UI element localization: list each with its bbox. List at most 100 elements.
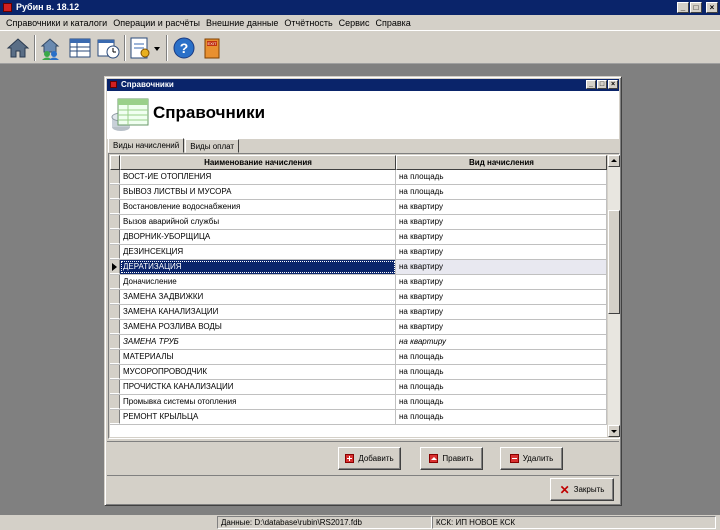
cell-charge-name[interactable]: ДЕЗИНСЕКЦИЯ (120, 245, 396, 259)
delete-button[interactable]: Удалить (500, 447, 563, 470)
cell-charge-kind[interactable]: на площадь (396, 170, 607, 184)
cell-charge-name[interactable]: ДВОРНИК-УБОРЩИЦА (120, 230, 396, 244)
row-indicator[interactable] (110, 350, 120, 364)
help-button[interactable]: ? (170, 34, 198, 62)
cell-charge-kind[interactable]: на квартиру (396, 275, 607, 289)
row-indicator[interactable] (110, 215, 120, 229)
table-row[interactable]: ДВОРНИК-УБОРЩИЦА на квартиру (110, 230, 607, 245)
table-row[interactable]: ЗАМЕНА ТРУБ на квартиру (110, 335, 607, 350)
row-indicator[interactable] (110, 185, 120, 199)
cell-charge-kind[interactable]: на площадь (396, 395, 607, 409)
cell-charge-kind[interactable]: на квартиру (396, 305, 607, 319)
cell-charge-name[interactable]: Вызов аварийной службы (120, 215, 396, 229)
menu-help[interactable]: Справка (373, 18, 414, 28)
row-indicator[interactable] (110, 365, 120, 379)
menu-catalogs[interactable]: Справочники и каталоги (4, 18, 111, 28)
row-indicator[interactable] (110, 320, 120, 334)
cell-charge-name[interactable]: РЕМОНТ КРЫЛЬЦА (120, 410, 396, 424)
table-row[interactable]: ЗАМЕНА РОЗЛИВА ВОДЫ на квартиру (110, 320, 607, 335)
cell-charge-kind[interactable]: на площадь (396, 410, 607, 424)
scroll-down-button[interactable] (608, 425, 620, 437)
table-row[interactable]: ВОСТ-ИЕ ОТОПЛЕНИЯ на площадь (110, 170, 607, 185)
cell-charge-name[interactable]: Промывка системы отопления (120, 395, 396, 409)
minimize-button[interactable]: _ (677, 2, 689, 13)
scroll-up-button[interactable] (608, 155, 620, 167)
cell-charge-kind[interactable]: на квартиру (396, 320, 607, 334)
cell-charge-name[interactable]: МАТЕРИАЛЫ (120, 350, 396, 364)
table-row[interactable]: ПРОЧИСТКА КАНАЛИЗАЦИИ на площадь (110, 380, 607, 395)
table-row[interactable]: ДЕРАТИЗАЦИЯ на квартиру (110, 260, 607, 275)
report-dropdown-button[interactable] (128, 34, 162, 62)
table-row[interactable]: МУСОРОПРОВОДЧИК на площадь (110, 365, 607, 380)
row-indicator[interactable] (110, 305, 120, 319)
menu-reports[interactable]: Отчётность (282, 18, 336, 28)
edit-button[interactable]: Править (420, 447, 483, 470)
cell-charge-kind[interactable]: на квартиру (396, 215, 607, 229)
child-minimize-button[interactable]: _ (586, 80, 596, 89)
tab-payment-types[interactable]: Виды оплат (185, 139, 240, 153)
residents-button[interactable] (38, 34, 66, 62)
cell-charge-kind[interactable]: на площадь (396, 185, 607, 199)
row-indicator[interactable] (110, 395, 120, 409)
table-row[interactable]: ВЫВОЗ ЛИСТВЫ И МУСОРА на площадь (110, 185, 607, 200)
cell-charge-kind[interactable]: на площадь (396, 365, 607, 379)
grid-vertical-scrollbar[interactable] (608, 155, 620, 437)
table-row[interactable]: Вызов аварийной службы на квартиру (110, 215, 607, 230)
cell-charge-kind[interactable]: на квартиру (396, 260, 607, 274)
table-row[interactable]: Промывка системы отопления на площадь (110, 395, 607, 410)
menu-service[interactable]: Сервис (337, 18, 374, 28)
table-row[interactable]: ДЕЗИНСЕКЦИЯ на квартиру (110, 245, 607, 260)
charges-grid[interactable]: Наименование начисления Вид начисления В… (110, 155, 607, 437)
tab-charge-types[interactable]: Виды начислений (108, 138, 185, 153)
column-header-name[interactable]: Наименование начисления (120, 155, 396, 170)
close-window-button[interactable]: × (706, 2, 718, 13)
cell-charge-kind[interactable]: на площадь (396, 380, 607, 394)
column-header-kind[interactable]: Вид начисления (396, 155, 607, 170)
cell-charge-name[interactable]: ВЫВОЗ ЛИСТВЫ И МУСОРА (120, 185, 396, 199)
row-indicator[interactable] (110, 380, 120, 394)
cell-charge-name[interactable]: ЗАМЕНА РОЗЛИВА ВОДЫ (120, 320, 396, 334)
child-maximize-button[interactable]: □ (597, 80, 607, 89)
row-indicator[interactable] (110, 200, 120, 214)
row-indicator[interactable] (110, 230, 120, 244)
home-button[interactable] (4, 34, 32, 62)
cell-charge-name[interactable]: Доначисление (120, 275, 396, 289)
row-indicator[interactable] (110, 275, 120, 289)
cell-charge-kind[interactable]: на квартиру (396, 290, 607, 304)
cell-charge-kind[interactable]: на квартиру (396, 230, 607, 244)
close-button[interactable]: ✕ Закрыть (550, 478, 614, 501)
cell-charge-name[interactable]: ПРОЧИСТКА КАНАЛИЗАЦИИ (120, 380, 396, 394)
row-indicator[interactable] (110, 170, 120, 184)
cell-charge-kind[interactable]: на квартиру (396, 245, 607, 259)
table-button[interactable] (66, 34, 94, 62)
menu-operations[interactable]: Операции и расчёты (111, 18, 204, 28)
table-row[interactable]: Доначисление на квартиру (110, 275, 607, 290)
cell-charge-name[interactable]: ВОСТ-ИЕ ОТОПЛЕНИЯ (120, 170, 396, 184)
schedule-button[interactable] (94, 34, 122, 62)
row-indicator[interactable] (110, 335, 120, 349)
child-close-button[interactable]: × (608, 80, 618, 89)
cell-charge-kind[interactable]: на квартиру (396, 335, 607, 349)
cell-charge-name[interactable]: ЗАМЕНА ЗАДВИЖКИ (120, 290, 396, 304)
table-row[interactable]: ЗАМЕНА КАНАЛИЗАЦИИ на квартиру (110, 305, 607, 320)
row-indicator[interactable] (110, 290, 120, 304)
table-row[interactable]: РЕМОНТ КРЫЛЬЦА на площадь (110, 410, 607, 425)
row-indicator[interactable] (110, 260, 120, 274)
cell-charge-name[interactable]: ДЕРАТИЗАЦИЯ (120, 260, 396, 274)
cell-charge-kind[interactable]: на площадь (396, 350, 607, 364)
maximize-button[interactable]: □ (690, 2, 702, 13)
cell-charge-name[interactable]: ЗАМЕНА ТРУБ (120, 335, 396, 349)
cell-charge-name[interactable]: ЗАМЕНА КАНАЛИЗАЦИИ (120, 305, 396, 319)
add-button[interactable]: Добавить (338, 447, 401, 470)
table-row[interactable]: Востановление водоснабжения на квартиру (110, 200, 607, 215)
row-indicator[interactable] (110, 245, 120, 259)
cell-charge-kind[interactable]: на квартиру (396, 200, 607, 214)
row-indicator[interactable] (110, 410, 120, 424)
table-row[interactable]: МАТЕРИАЛЫ на площадь (110, 350, 607, 365)
table-row[interactable]: ЗАМЕНА ЗАДВИЖКИ на квартиру (110, 290, 607, 305)
menu-external-data[interactable]: Внешние данные (204, 18, 282, 28)
cell-charge-name[interactable]: МУСОРОПРОВОДЧИК (120, 365, 396, 379)
scroll-thumb[interactable] (608, 210, 620, 314)
exit-button[interactable]: EXIT (198, 34, 226, 62)
cell-charge-name[interactable]: Востановление водоснабжения (120, 200, 396, 214)
